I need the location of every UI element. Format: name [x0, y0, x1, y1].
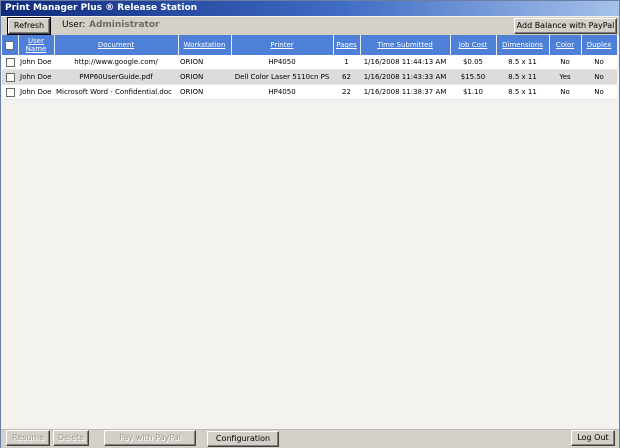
cell-document: PMP60UserGuide.pdf: [54, 69, 178, 85]
refresh-button[interactable]: Refresh: [7, 17, 51, 35]
cell-printer: HP4050: [231, 55, 333, 70]
row-checkbox-cell: [2, 69, 18, 85]
column-header-color[interactable]: Color: [549, 35, 582, 55]
row-checkbox[interactable]: [5, 72, 15, 82]
cell-user: John Doe: [18, 84, 54, 100]
column-header-duplex[interactable]: Duplex: [581, 35, 618, 55]
cell-job-cost: $0.05: [450, 55, 496, 70]
cell-workstation: ORION: [178, 69, 231, 85]
cell-user: John Doe: [18, 69, 54, 85]
row-checkbox-cell: [2, 84, 18, 100]
configuration-button[interactable]: Configuration: [207, 431, 279, 447]
column-header-workstation[interactable]: Workstation: [178, 35, 232, 55]
cell-dimensions: 8.5 x 11: [496, 84, 549, 100]
cell-pages: 62: [333, 69, 360, 85]
cell-printer: Dell Color Laser 5110cn PS: [231, 69, 333, 85]
column-header-pages[interactable]: Pages: [333, 35, 361, 55]
cell-time-submitted: 1/16/2008 11:43:33 AM: [360, 69, 450, 85]
user-name: Administrator: [89, 20, 160, 30]
title-bar: Print Manager Plus ® Release Station: [1, 1, 619, 16]
release-station-window: Print Manager Plus ® Release Station Ref…: [0, 0, 620, 448]
cell-document: Microsoft Word - Confidential.doc: [54, 84, 178, 100]
cell-time-submitted: 1/16/2008 11:38:37 AM: [360, 84, 450, 100]
cell-color: No: [549, 55, 581, 70]
bottom-button-bar: [1, 429, 619, 448]
cell-dimensions: 8.5 x 11: [496, 55, 549, 70]
cell-duplex: No: [581, 69, 617, 85]
cell-duplex: No: [581, 84, 617, 100]
cell-job-cost: $1.10: [450, 84, 496, 100]
log-out-button[interactable]: Log Out: [571, 430, 615, 446]
user-label: User:: [62, 20, 86, 30]
row-checkbox[interactable]: [5, 87, 15, 97]
window-title: Print Manager Plus ® Release Station: [5, 3, 198, 13]
cell-time-submitted: 1/16/2008 11:44:13 AM: [360, 55, 450, 70]
cell-document: http://www.google.com/: [54, 55, 178, 70]
cell-dimensions: 8.5 x 11: [496, 69, 549, 85]
select-all-checkbox-header: [2, 35, 19, 55]
row-checkbox[interactable]: [5, 57, 15, 67]
delete-button[interactable]: Delete: [53, 430, 89, 446]
table-row[interactable]: John Doe Microsoft Word - Confidential.d…: [2, 84, 617, 100]
column-header-job-cost[interactable]: Job Cost: [450, 35, 497, 55]
table-row[interactable]: John Doe PMP60UserGuide.pdf ORION Dell C…: [2, 69, 617, 85]
cell-job-cost: $15.50: [450, 69, 496, 85]
cell-user: John Doe: [18, 55, 54, 70]
print-jobs-table: User Name Document Workstation Printer P…: [2, 35, 618, 100]
column-header-printer[interactable]: Printer: [231, 35, 334, 55]
cell-workstation: ORION: [178, 55, 231, 70]
cell-pages: 1: [333, 55, 360, 70]
cell-pages: 22: [333, 84, 360, 100]
cell-printer: HP4050: [231, 84, 333, 100]
select-all-checkbox[interactable]: [5, 40, 15, 50]
add-balance-paypal-button[interactable]: Add Balance with PayPal: [514, 18, 617, 34]
table-row[interactable]: John Doe http://www.google.com/ ORION HP…: [2, 55, 617, 70]
cell-workstation: ORION: [178, 84, 231, 100]
column-header-document[interactable]: Document: [54, 35, 179, 55]
table-header-row: User Name Document Workstation Printer P…: [2, 35, 618, 55]
column-header-user-name[interactable]: User Name: [18, 35, 55, 55]
cell-duplex: No: [581, 55, 617, 70]
row-checkbox-cell: [2, 55, 18, 70]
pay-with-paypal-button[interactable]: Pay with PayPal: [104, 430, 196, 446]
cell-color: Yes: [549, 69, 581, 85]
cell-color: No: [549, 84, 581, 100]
column-header-dimensions[interactable]: Dimensions: [496, 35, 550, 55]
resume-button[interactable]: Resume: [6, 430, 50, 446]
column-header-time-submitted[interactable]: Time Submitted: [360, 35, 451, 55]
